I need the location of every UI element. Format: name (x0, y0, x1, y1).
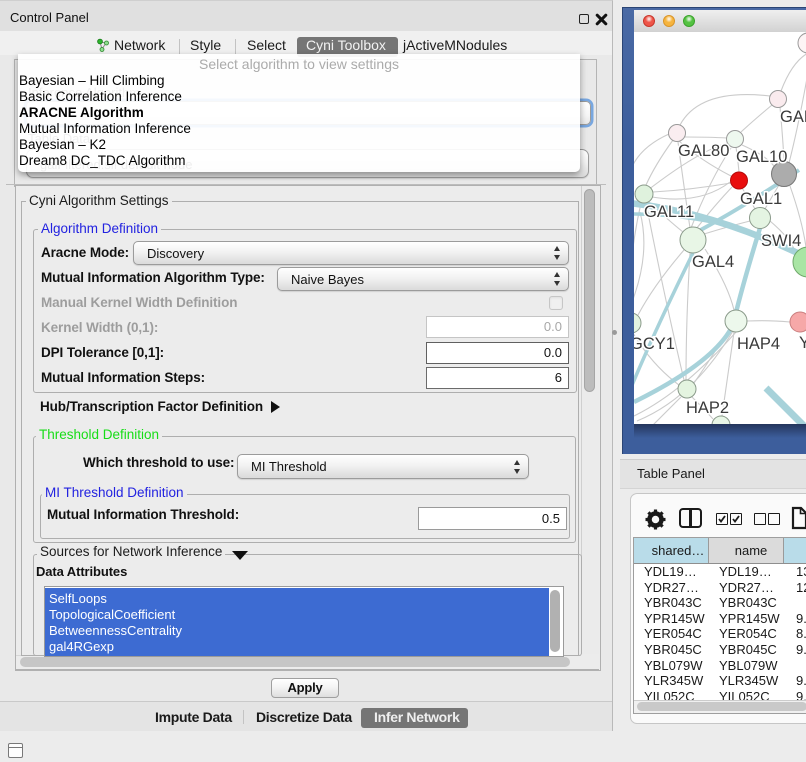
svg-text:Y: Y (799, 334, 806, 352)
svg-text:GAL11: GAL11 (644, 203, 694, 221)
svg-text:SWI4: SWI4 (761, 232, 801, 250)
svg-text:HAP2: HAP2 (686, 399, 729, 417)
svg-text:GAL1: GAL1 (740, 190, 782, 208)
svg-text:GAL: GAL (780, 108, 806, 126)
svg-text:GAL4: GAL4 (692, 253, 734, 271)
svg-text:HAP4: HAP4 (737, 335, 780, 353)
svg-text:GAL10: GAL10 (736, 148, 787, 166)
svg-text:GAL80: GAL80 (678, 142, 729, 160)
svg-text:GCY1: GCY1 (634, 335, 675, 353)
